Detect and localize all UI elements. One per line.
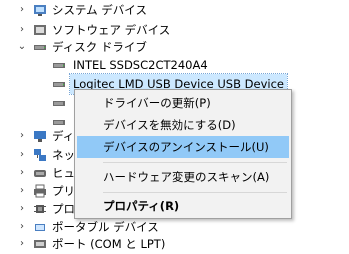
chevron-right-icon[interactable]: › <box>17 0 27 20</box>
system-devices-icon <box>34 5 46 16</box>
tree-item-label: ディ <box>52 129 75 143</box>
portable-device-icon <box>35 224 45 231</box>
menu-separator <box>103 162 287 163</box>
tree-item-label: プロ <box>52 202 75 216</box>
chevron-right-icon[interactable]: › <box>17 145 27 165</box>
chevron-right-icon[interactable]: › <box>17 234 27 254</box>
processor-icon <box>34 205 46 213</box>
tree-item-label: ディスク ドライブ <box>52 40 147 54</box>
menu-item-uninstall-device[interactable]: デバイスのアンインストール(U) <box>77 136 289 158</box>
menu-item-label: ハードウェア変更のスキャン(A) <box>103 170 270 184</box>
tree-item-label: ポート (COM と LPT) <box>52 237 166 251</box>
menu-item-properties[interactable]: プロパティ(R) <box>77 195 289 217</box>
menu-item-label: デバイスのアンインストール(U) <box>103 140 269 154</box>
menu-item-update-driver[interactable]: ドライバーの更新(P) <box>77 92 289 114</box>
disk-drive-icon <box>53 63 65 68</box>
menu-item-label: プロパティ(R) <box>103 199 180 213</box>
disk-drive-icon <box>53 101 65 106</box>
tree-item-label: INTEL SSDSC2CT240A4 <box>73 58 208 72</box>
print-queue-icon <box>34 184 46 198</box>
menu-item-label: ドライバーの更新(P) <box>103 96 211 110</box>
chevron-right-icon[interactable]: › <box>17 199 27 219</box>
menu-separator <box>103 192 287 193</box>
chevron-right-icon[interactable]: › <box>17 163 27 183</box>
context-menu: ドライバーの更新(P) デバイスを無効にする(D) デバイスのアンインストール(… <box>74 89 292 219</box>
menu-item-label: デバイスを無効にする(D) <box>103 118 236 132</box>
disk-drive-icon <box>34 45 46 50</box>
chevron-down-icon[interactable]: ⌄ <box>17 37 27 57</box>
menu-item-disable-device[interactable]: デバイスを無効にする(D) <box>77 114 289 136</box>
tree-item-label: ネッ <box>52 148 75 162</box>
display-adapter-icon <box>34 131 46 142</box>
port-icon <box>34 240 46 248</box>
tree-item-label: プリ <box>52 184 75 198</box>
tree-item-label: システム デバイス <box>52 3 147 17</box>
chevron-right-icon[interactable]: › <box>17 181 27 201</box>
menu-item-scan-hardware[interactable]: ハードウェア変更のスキャン(A) <box>77 166 289 188</box>
hid-icon <box>34 170 46 177</box>
tree-item-label: ヒュ <box>52 166 75 180</box>
software-devices-icon <box>34 25 46 35</box>
network-adapter-icon <box>34 149 46 161</box>
chevron-right-icon[interactable]: › <box>17 126 27 146</box>
disk-drive-icon <box>53 82 65 87</box>
